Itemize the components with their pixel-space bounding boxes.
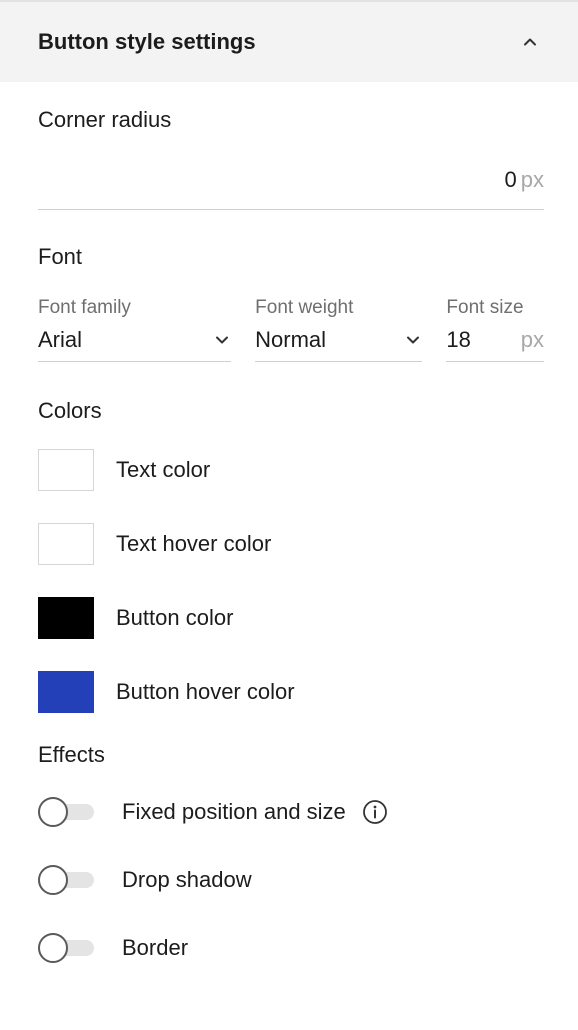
effects-list: Fixed position and size Drop shadow Bord… [38, 790, 544, 970]
effect-item-fixed-position: Fixed position and size [38, 790, 544, 834]
font-weight-value[interactable]: Normal [255, 327, 326, 353]
corner-radius-unit: px [520, 167, 544, 192]
corner-radius-heading: Corner radius [38, 107, 172, 132]
font-size-value[interactable]: 18 [446, 327, 470, 353]
effect-label: Fixed position and size [122, 799, 346, 824]
settings-content: Corner radius 0 px Font Font family Aria… [0, 107, 578, 970]
color-item-button: Button color [38, 596, 544, 640]
button-hover-color-swatch[interactable] [38, 671, 94, 713]
effect-label: Drop shadow [122, 867, 252, 892]
text-hover-color-swatch[interactable] [38, 523, 94, 565]
font-heading: Font [38, 244, 83, 269]
color-item-button-hover: Button hover color [38, 670, 544, 714]
font-weight-label: Font weight [255, 297, 354, 318]
section-header[interactable]: Button style settings [0, 2, 578, 82]
color-label: Text color [116, 457, 211, 482]
font-weight-select[interactable]: Font weight Normal [255, 297, 423, 362]
font-settings-row: Font family Arial Font weight Normal Fon… [38, 297, 544, 362]
color-label: Button hover color [116, 679, 295, 704]
font-size-unit: px [520, 327, 544, 352]
effect-label: Border [122, 935, 189, 960]
border-toggle[interactable] [38, 933, 96, 963]
info-icon[interactable] [362, 799, 388, 825]
chevron-down-icon[interactable] [404, 331, 422, 349]
chevron-up-icon[interactable] [520, 32, 540, 52]
toggle-knob [38, 797, 68, 827]
color-label: Button color [116, 605, 234, 630]
font-family-label: Font family [38, 297, 131, 318]
font-size-input[interactable]: Font size 18 px [446, 297, 544, 362]
button-color-swatch[interactable] [38, 597, 94, 639]
font-size-label: Font size [446, 297, 524, 318]
corner-radius-input[interactable]: 0 px [38, 167, 544, 210]
color-item-text: Text color [38, 448, 544, 492]
color-list: Text color Text hover color Button color… [38, 448, 544, 714]
color-label: Text hover color [116, 531, 272, 556]
toggle-knob [38, 933, 68, 963]
section-title: Button style settings [38, 29, 256, 54]
drop-shadow-toggle[interactable] [38, 865, 96, 895]
font-family-select[interactable]: Font family Arial [38, 297, 232, 362]
effects-heading: Effects [38, 742, 105, 767]
toggle-knob [38, 865, 68, 895]
fixed-position-toggle[interactable] [38, 797, 96, 827]
corner-radius-value[interactable]: 0 [505, 167, 517, 193]
chevron-down-icon[interactable] [213, 331, 231, 349]
colors-heading: Colors [38, 398, 102, 423]
effect-item-drop-shadow: Drop shadow [38, 858, 544, 902]
text-color-swatch[interactable] [38, 449, 94, 491]
color-item-text-hover: Text hover color [38, 522, 544, 566]
button-style-settings-panel: Button style settings Corner radius 0 px… [0, 0, 578, 1030]
effect-item-border: Border [38, 926, 544, 970]
font-family-value[interactable]: Arial [38, 327, 82, 353]
